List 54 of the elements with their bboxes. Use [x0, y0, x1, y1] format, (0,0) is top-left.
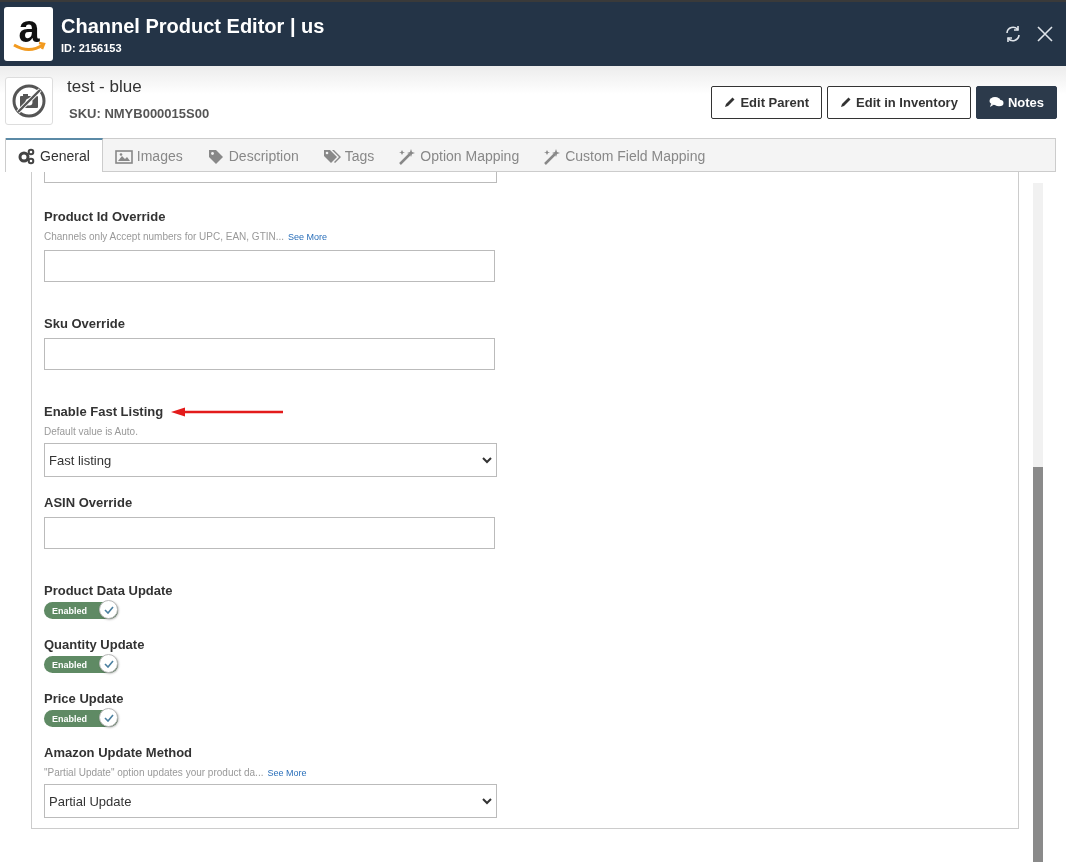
notes-button[interactable]: Notes [975, 85, 1057, 119]
record-id: ID: 2156153 [61, 42, 123, 54]
no-photo-icon [5, 77, 53, 125]
product-sku: SKU: NMYB000015S00 [69, 106, 210, 121]
select-dropdown[interactable]: Partial Update [44, 784, 497, 818]
field-label: ASIN Override [44, 495, 133, 511]
check-icon [103, 659, 114, 668]
field-label: Quantity Update [44, 637, 145, 653]
input-field[interactable] [44, 338, 495, 370]
pencil-icon [724, 96, 737, 108]
scrollbar-thumb[interactable] [1033, 467, 1043, 862]
tab[interactable]: General [6, 138, 103, 172]
tags-icon [322, 147, 341, 165]
logo-icon: a [4, 7, 53, 61]
field-label: Enable Fast Listing [44, 404, 164, 420]
field-label: Price Update [44, 691, 124, 707]
tab[interactable]: Option Mapping [386, 139, 532, 171]
see-more-link[interactable]: See More [288, 232, 328, 242]
window-title: Channel Product Editor | us [61, 14, 325, 38]
product-name: test - blue [67, 77, 143, 97]
gears-icon [18, 147, 36, 165]
help-text: Channels only Accept numbers for UPC, EAN, GTIN... [44, 231, 285, 242]
toggle-switch[interactable]: Enabled [44, 710, 118, 727]
magic-wand-icon [398, 147, 417, 165]
tab[interactable]: Tags [310, 139, 387, 171]
tab[interactable]: Images [102, 139, 195, 171]
tab[interactable]: Custom Field Mapping [531, 139, 718, 171]
close-icon[interactable] [1036, 25, 1054, 43]
tag-icon [206, 147, 225, 165]
select-dropdown[interactable]: Fast listing [44, 443, 497, 477]
tab[interactable]: Description [194, 139, 311, 171]
see-more-link[interactable]: See More [267, 768, 307, 778]
field-label: Sku Override [44, 316, 125, 332]
check-icon [103, 605, 114, 614]
help-text: "Partial Update" option updates your product da... [44, 767, 264, 778]
image-icon [114, 147, 133, 165]
field-label: Product Id Override [44, 209, 166, 225]
refresh-icon[interactable] [1004, 25, 1022, 43]
input-field[interactable] [44, 250, 495, 282]
field-label: Product Data Update [44, 583, 173, 599]
edit-button[interactable]: Edit in Inventory [827, 85, 971, 119]
edit-button[interactable]: Edit Parent [711, 85, 823, 119]
check-icon [103, 713, 114, 722]
input-field[interactable] [44, 517, 495, 549]
help-text: Default value is Auto. [44, 426, 138, 437]
chat-bubbles-icon [988, 96, 1004, 108]
toggle-switch[interactable]: Enabled [44, 656, 118, 673]
chevron-down-icon [482, 797, 492, 805]
chevron-down-icon [482, 456, 492, 464]
field-label: Amazon Update Method [44, 745, 193, 761]
magic-wand-icon [543, 147, 562, 165]
input-field[interactable] [44, 172, 497, 183]
toggle-switch[interactable]: Enabled [44, 602, 118, 619]
pencil-icon [840, 96, 853, 108]
